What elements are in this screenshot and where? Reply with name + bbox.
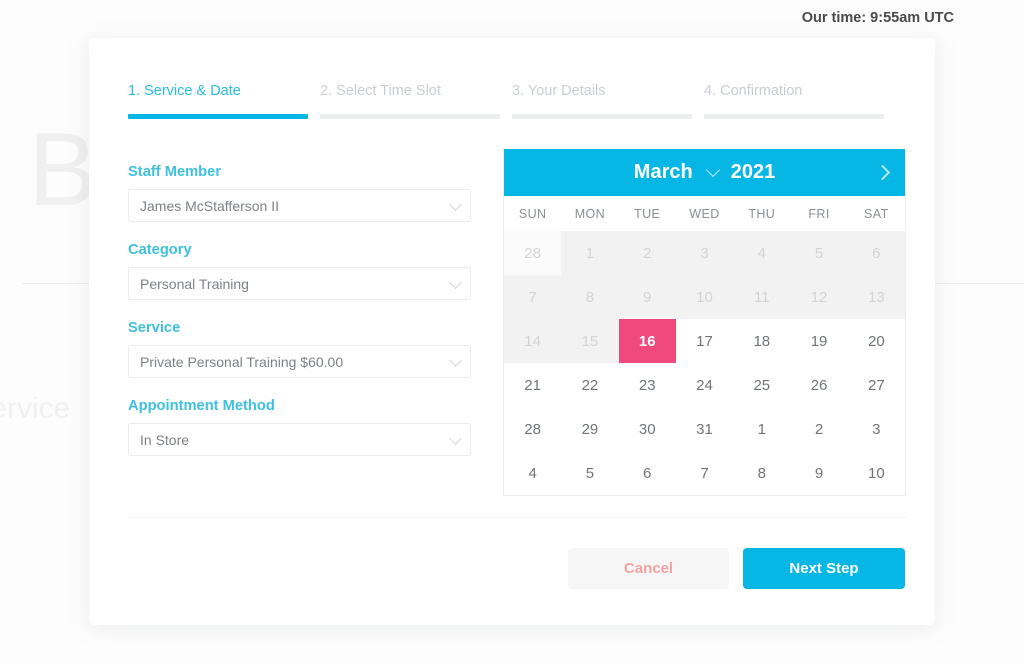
calendar-day-cell[interactable]: 27 <box>847 363 905 407</box>
step-label: 2. Select Time Slot <box>320 83 441 99</box>
select-value: Personal Training <box>140 275 249 292</box>
calendar-day-cell[interactable]: 31 <box>675 407 734 451</box>
calendar-year-label[interactable]: 2021 <box>731 161 776 184</box>
calendar-day-cell: 13 <box>847 275 905 319</box>
field-label: Appointment Method <box>128 398 275 414</box>
calendar-day-cell[interactable]: 9 <box>790 451 848 495</box>
calendar-day-cell[interactable]: 21 <box>504 363 562 407</box>
calendar-day-cell[interactable]: 4 <box>504 451 562 495</box>
calendar-day-cell: 14 <box>504 319 562 363</box>
next-step-button[interactable]: Next Step <box>743 548 905 589</box>
field-label: Service <box>128 320 181 336</box>
calendar-day-cell: 9 <box>618 275 676 319</box>
booking-form: Staff Member James McStafferson II Categor… <box>128 164 471 476</box>
calendar-day-cell[interactable]: 19 <box>790 319 848 363</box>
calendar-day-cell[interactable]: 25 <box>733 363 791 407</box>
calendar-day-cell[interactable]: 29 <box>561 407 619 451</box>
calendar-header: March 2021 <box>504 149 905 196</box>
select-0[interactable]: James McStafferson II <box>128 189 471 222</box>
calendar-day-cell: 8 <box>561 275 619 319</box>
date-picker-calendar: March 2021 SUN MON TUE WED THU FRI SAT 28 1 2 3 4 5… <box>503 149 906 496</box>
calendar-day-cell[interactable]: 24 <box>675 363 734 407</box>
calendar-day-cell: 11 <box>733 275 791 319</box>
calendar-day-cell: 4 <box>733 231 791 275</box>
calendar-day-cell[interactable]: 5 <box>561 451 619 495</box>
calendar-day-cell[interactable]: 30 <box>618 407 676 451</box>
calendar-day-cell[interactable]: 22 <box>561 363 619 407</box>
calendar-day-cell: 5 <box>790 231 848 275</box>
calendar-day-cell: 10 <box>675 275 734 319</box>
cancel-button[interactable]: Cancel <box>568 548 729 589</box>
step-progress-bar <box>704 114 884 119</box>
chevron-down-icon <box>449 197 462 211</box>
calendar-day-cell[interactable]: 3 <box>847 407 905 451</box>
calendar-day-cell[interactable]: 18 <box>733 319 791 363</box>
chevron-down-icon <box>449 431 462 445</box>
field-label: Staff Member <box>128 164 222 180</box>
select-value: James McStafferson II <box>140 197 280 214</box>
booking-modal: 1. Service & Date 2. Select Time Slot 3. Y… <box>89 38 935 625</box>
chevron-down-icon <box>449 353 462 367</box>
step-progress-bar <box>128 114 308 119</box>
calendar-day-cell[interactable]: 7 <box>675 451 734 495</box>
step-progress: 1. Service & Date 2. Select Time Slot 3. Y… <box>128 83 896 119</box>
calendar-weekday: TUE <box>634 206 661 221</box>
current-time-label: Our time: 9:55am UTC <box>801 10 954 26</box>
step-4[interactable]: 4. Confirmation <box>704 83 896 119</box>
form-field: Appointment Method In Store <box>128 398 471 456</box>
calendar-month-label[interactable]: March <box>634 161 693 184</box>
calendar-weekday: MON <box>574 206 606 221</box>
calendar-day-cell[interactable]: 26 <box>790 363 848 407</box>
calendar-weekday: SAT <box>864 206 889 221</box>
chevron-down-icon[interactable] <box>705 162 720 178</box>
chevron-right-icon[interactable] <box>874 164 891 180</box>
step-label: 1. Service & Date <box>128 83 241 99</box>
chevron-down-icon <box>449 275 462 289</box>
step-3[interactable]: 3. Your Details <box>512 83 704 119</box>
calendar-day-cell: 12 <box>790 275 848 319</box>
calendar-day-grid: 28 1 2 3 4 5 6 7 8 9 10 11 12 13 14 15 16 17 18 19 20 21 22 23 2… <box>504 231 905 495</box>
calendar-day-cell[interactable]: 6 <box>618 451 676 495</box>
modal-footer: Cancel Next Step <box>568 548 905 589</box>
form-field: Service Private Personal Training $60.00 <box>128 320 471 378</box>
calendar-day-cell: 2 <box>618 231 676 275</box>
calendar-day-cell[interactable]: 2 <box>790 407 848 451</box>
calendar-day-cell[interactable]: 17 <box>675 319 734 363</box>
step-progress-bar <box>512 114 692 119</box>
calendar-weekday-row: SUN MON TUE WED THU FRI SAT <box>504 196 905 231</box>
step-progress-bar <box>320 114 500 119</box>
calendar-day-cell[interactable]: 16 <box>618 319 676 363</box>
calendar-day-cell[interactable]: 10 <box>847 451 905 495</box>
select-value: Private Personal Training $60.00 <box>140 353 344 370</box>
calendar-day-cell[interactable]: 28 <box>504 407 562 451</box>
select-value: In Store <box>140 431 190 448</box>
backdrop-subtext: r Service <box>0 392 71 425</box>
form-field: Staff Member James McStafferson II <box>128 164 471 222</box>
calendar-weekday: THU <box>748 206 776 221</box>
field-label: Category <box>128 242 192 258</box>
step-1[interactable]: 1. Service & Date <box>128 83 320 119</box>
step-label: 4. Confirmation <box>704 83 803 99</box>
calendar-day-cell[interactable]: 23 <box>618 363 676 407</box>
calendar-day-cell: 15 <box>561 319 619 363</box>
calendar-day-cell: 1 <box>561 231 619 275</box>
calendar-day-cell[interactable]: 8 <box>733 451 791 495</box>
calendar-day-cell[interactable]: 20 <box>847 319 905 363</box>
footer-divider <box>128 517 906 518</box>
select-1[interactable]: Personal Training <box>128 267 471 300</box>
select-3[interactable]: In Store <box>128 423 471 456</box>
calendar-weekday: FRI <box>808 206 830 221</box>
calendar-day-cell: 3 <box>675 231 734 275</box>
calendar-day-cell: 7 <box>504 275 562 319</box>
step-label: 3. Your Details <box>512 83 606 99</box>
form-field: Category Personal Training <box>128 242 471 300</box>
calendar-day-cell[interactable]: 1 <box>733 407 791 451</box>
calendar-day-cell: 6 <box>847 231 905 275</box>
step-2[interactable]: 2. Select Time Slot <box>320 83 512 119</box>
calendar-weekday: WED <box>689 206 720 221</box>
calendar-day-cell: 28 <box>504 231 562 275</box>
select-2[interactable]: Private Personal Training $60.00 <box>128 345 471 378</box>
calendar-weekday: SUN <box>518 206 547 221</box>
